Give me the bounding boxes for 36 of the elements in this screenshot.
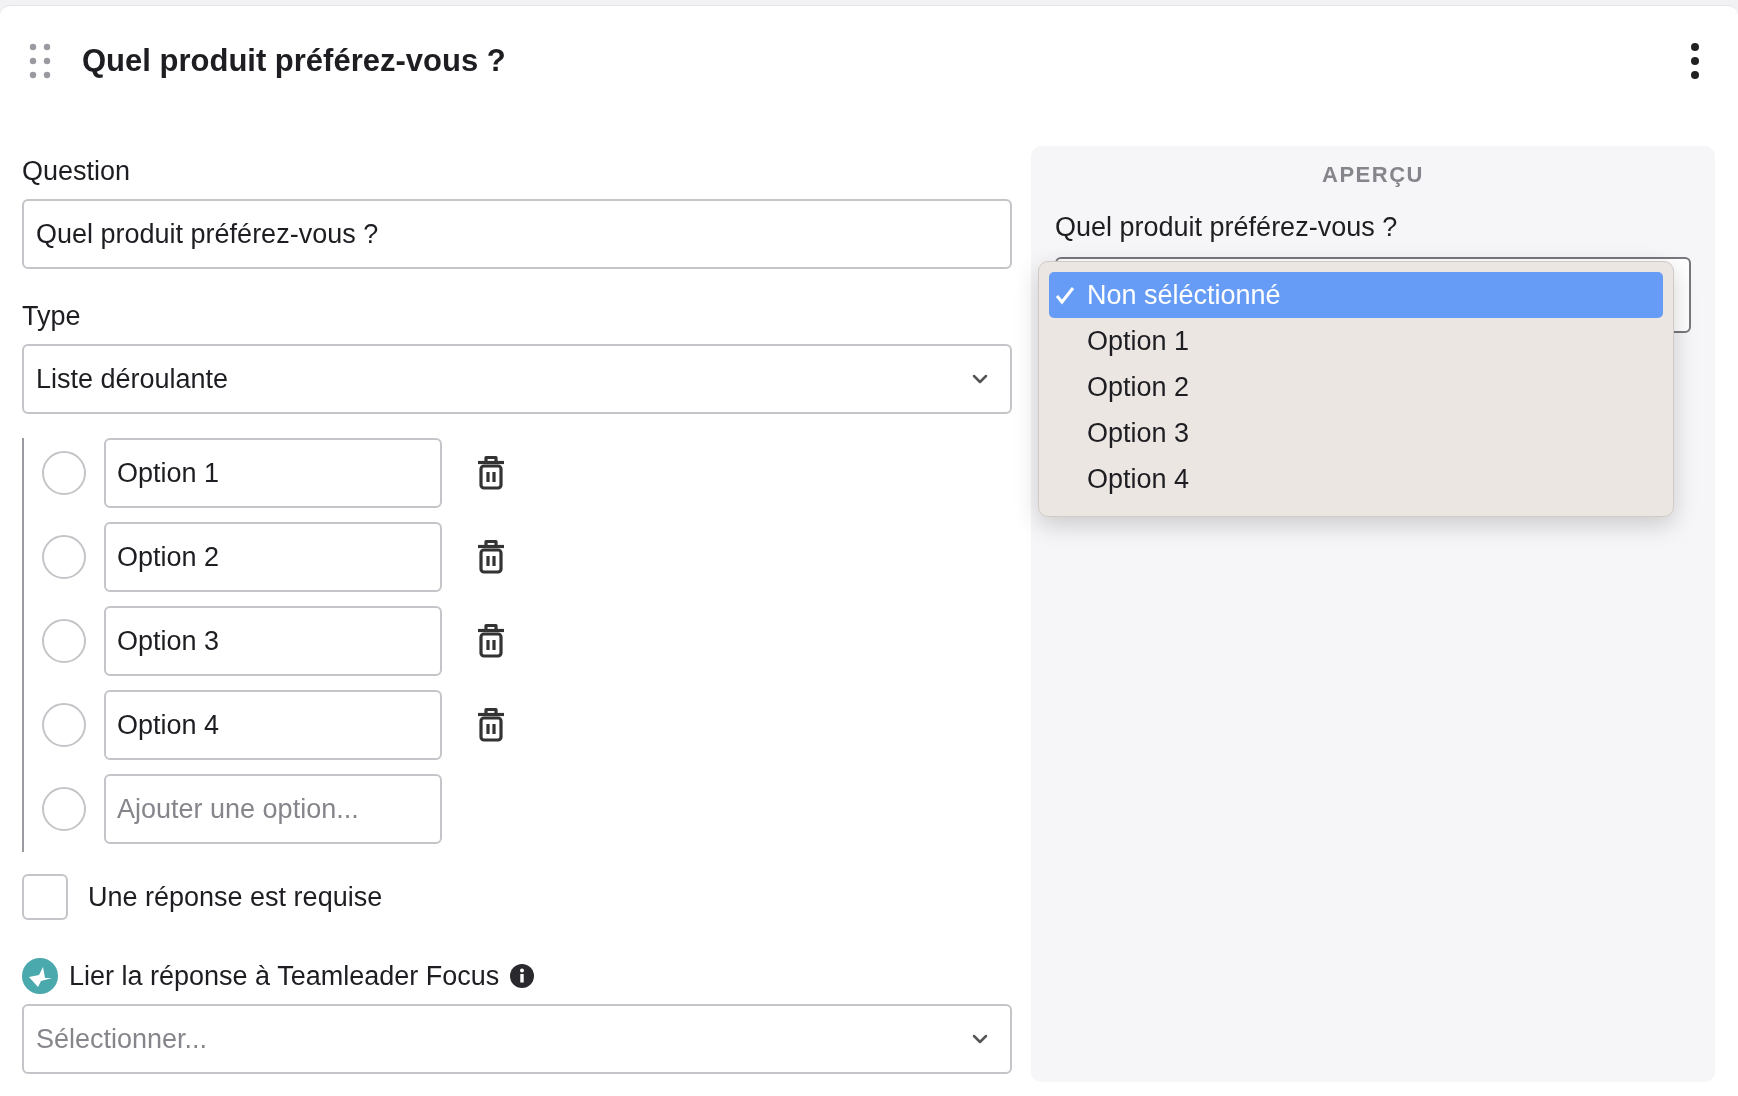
question-input[interactable]: Quel produit préférez-vous ? <box>22 199 1012 269</box>
card-title: Quel produit préférez-vous ? <box>82 43 507 79</box>
checkbox-label: Une réponse est requise <box>88 881 383 913</box>
radio-button[interactable] <box>42 619 86 663</box>
preview-heading: APERÇU <box>1321 162 1425 188</box>
preview-question: Quel produit préférez-vous ? <box>1055 212 1399 243</box>
new-option-input[interactable]: Ajouter une option... <box>104 774 442 844</box>
check-icon <box>1055 285 1075 305</box>
radio-button[interactable] <box>42 451 86 495</box>
option-input[interactable]: Option 4 <box>104 690 442 760</box>
link-select[interactable]: Sélectionner... <box>22 1004 1012 1074</box>
option-input[interactable]: Option 3 <box>104 606 442 676</box>
link-label: Lier la réponse à Teamleader Focus <box>69 960 500 992</box>
option-input[interactable]: Option 1 <box>104 438 442 508</box>
drag-handle-icon[interactable] <box>29 43 51 79</box>
integration-logo-icon <box>22 958 58 994</box>
radio-button[interactable] <box>42 787 86 831</box>
dropdown-item[interactable]: Option 1 <box>1049 318 1663 364</box>
type-select[interactable]: Liste déroulante <box>22 344 1012 414</box>
chevron-down-icon <box>972 374 988 384</box>
dropdown-item[interactable]: Option 2 <box>1049 364 1663 410</box>
trash-icon[interactable] <box>476 707 506 743</box>
trash-icon[interactable] <box>476 623 506 659</box>
more-options-icon[interactable] <box>1690 43 1700 79</box>
dropdown-item[interactable]: Option 4 <box>1049 456 1663 502</box>
checkbox[interactable] <box>22 874 68 920</box>
trash-icon[interactable] <box>476 455 506 491</box>
radio-button[interactable] <box>42 703 86 747</box>
field-label: Question <box>22 156 132 187</box>
field-label: Type <box>22 301 82 332</box>
chevron-down-icon <box>972 1034 988 1044</box>
dropdown-item[interactable]: Option 3 <box>1049 410 1663 456</box>
option-input[interactable]: Option 2 <box>104 522 442 592</box>
info-icon[interactable] <box>510 964 535 988</box>
radio-button[interactable] <box>42 535 86 579</box>
trash-icon[interactable] <box>476 539 506 575</box>
